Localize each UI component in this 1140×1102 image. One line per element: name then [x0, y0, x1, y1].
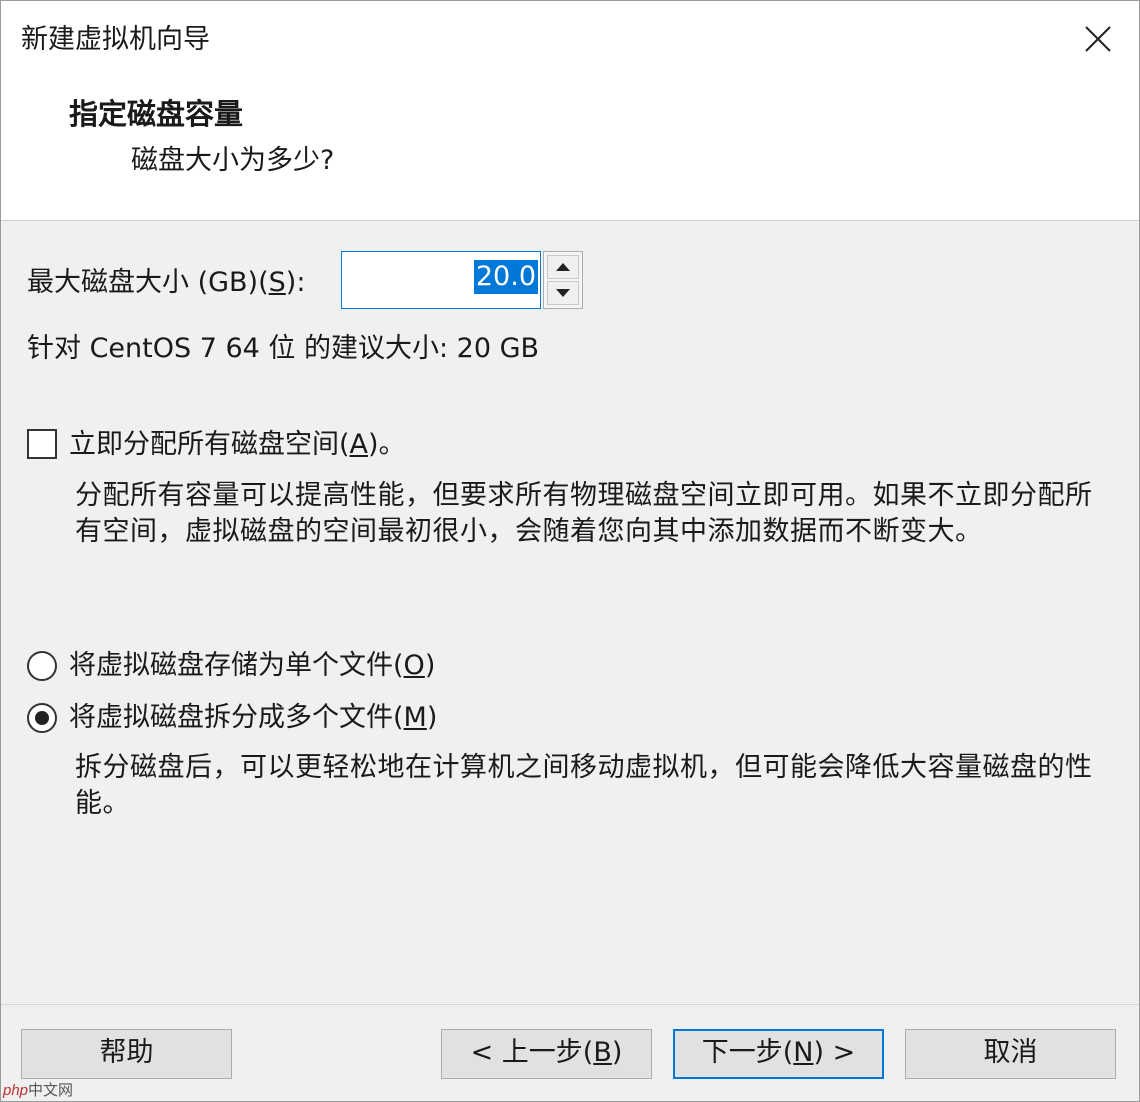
wizard-header: 新建虚拟机向导 指定磁盘容量 磁盘大小为多少? [1, 1, 1139, 221]
next-access-key: N [793, 1037, 814, 1068]
allocate-all-label[interactable]: 立即分配所有磁盘空间(A)。 [69, 428, 406, 462]
allocate-all-checkbox[interactable] [27, 429, 57, 459]
single-file-access-key: O [403, 650, 425, 681]
back-button-suffix: ) [611, 1037, 623, 1068]
window-title: 新建虚拟机向导 [21, 24, 210, 55]
back-button[interactable]: < 上一步(B) [441, 1029, 652, 1079]
spin-down-button[interactable] [547, 281, 579, 305]
allocate-all-description: 分配所有容量可以提高性能，但要求所有物理磁盘空间立即可用。如果不立即分配所有空间… [75, 480, 1093, 547]
close-button[interactable] [1059, 1, 1137, 77]
disk-size-access-key: S [268, 267, 286, 298]
disk-size-label-suffix: ): [285, 267, 306, 298]
next-button[interactable]: 下一步(N) > [673, 1029, 884, 1079]
disk-size-label: 最大磁盘大小 (GB)(S): [27, 266, 305, 300]
split-description: 拆分磁盘后，可以更轻松地在计算机之间移动虚拟机，但可能会降低大容量磁盘的性能。 [75, 752, 1093, 819]
allocate-all-label-text: 立即分配所有磁盘空间( [69, 429, 350, 460]
arrow-down-icon [556, 289, 570, 297]
spin-up-button[interactable] [547, 255, 579, 279]
multiple-files-label-suffix: ) [426, 702, 438, 733]
multiple-files-radio[interactable] [27, 703, 57, 733]
back-button-text: < 上一步( [470, 1037, 594, 1068]
single-file-label[interactable]: 将虚拟磁盘存储为单个文件(O) [69, 649, 435, 683]
back-access-key: B [593, 1037, 612, 1068]
disk-size-input[interactable]: 20.0 [341, 251, 541, 309]
page-subheading: 磁盘大小为多少? [131, 145, 335, 176]
recommended-size-text: 针对 CentOS 7 64 位 的建议大小: 20 GB [27, 333, 540, 364]
arrow-up-icon [556, 263, 570, 271]
radio-selected-dot [35, 711, 49, 725]
cancel-button[interactable]: 取消 [905, 1029, 1116, 1079]
multiple-files-access-key: M [403, 702, 427, 733]
disk-size-value: 20.0 [473, 260, 538, 294]
single-file-label-text: 将虚拟磁盘存储为单个文件( [69, 650, 404, 681]
watermark-brand: php [3, 1082, 29, 1099]
footer-divider [1, 1004, 1139, 1005]
help-button[interactable]: 帮助 [21, 1029, 232, 1079]
single-file-label-suffix: ) [424, 650, 436, 681]
allocate-all-label-suffix: )。 [368, 429, 406, 460]
disk-size-label-text: 最大磁盘大小 (GB)( [27, 267, 269, 298]
disk-size-spinner [543, 251, 583, 309]
allocate-all-access-key: A [349, 429, 369, 460]
next-button-text: 下一步( [701, 1037, 794, 1068]
watermark-site: 中文网 [28, 1082, 74, 1099]
page-heading: 指定磁盘容量 [69, 97, 244, 131]
multiple-files-label-text: 将虚拟磁盘拆分成多个文件( [69, 702, 404, 733]
multiple-files-label[interactable]: 将虚拟磁盘拆分成多个文件(M) [69, 701, 437, 735]
close-icon [1085, 26, 1111, 52]
single-file-radio[interactable] [27, 651, 57, 681]
watermark: php中文网 [3, 1081, 73, 1101]
next-button-suffix: ) > [813, 1037, 856, 1068]
wizard-window: 新建虚拟机向导 指定磁盘容量 磁盘大小为多少? 最大磁盘大小 (GB)(S): … [0, 0, 1140, 1102]
